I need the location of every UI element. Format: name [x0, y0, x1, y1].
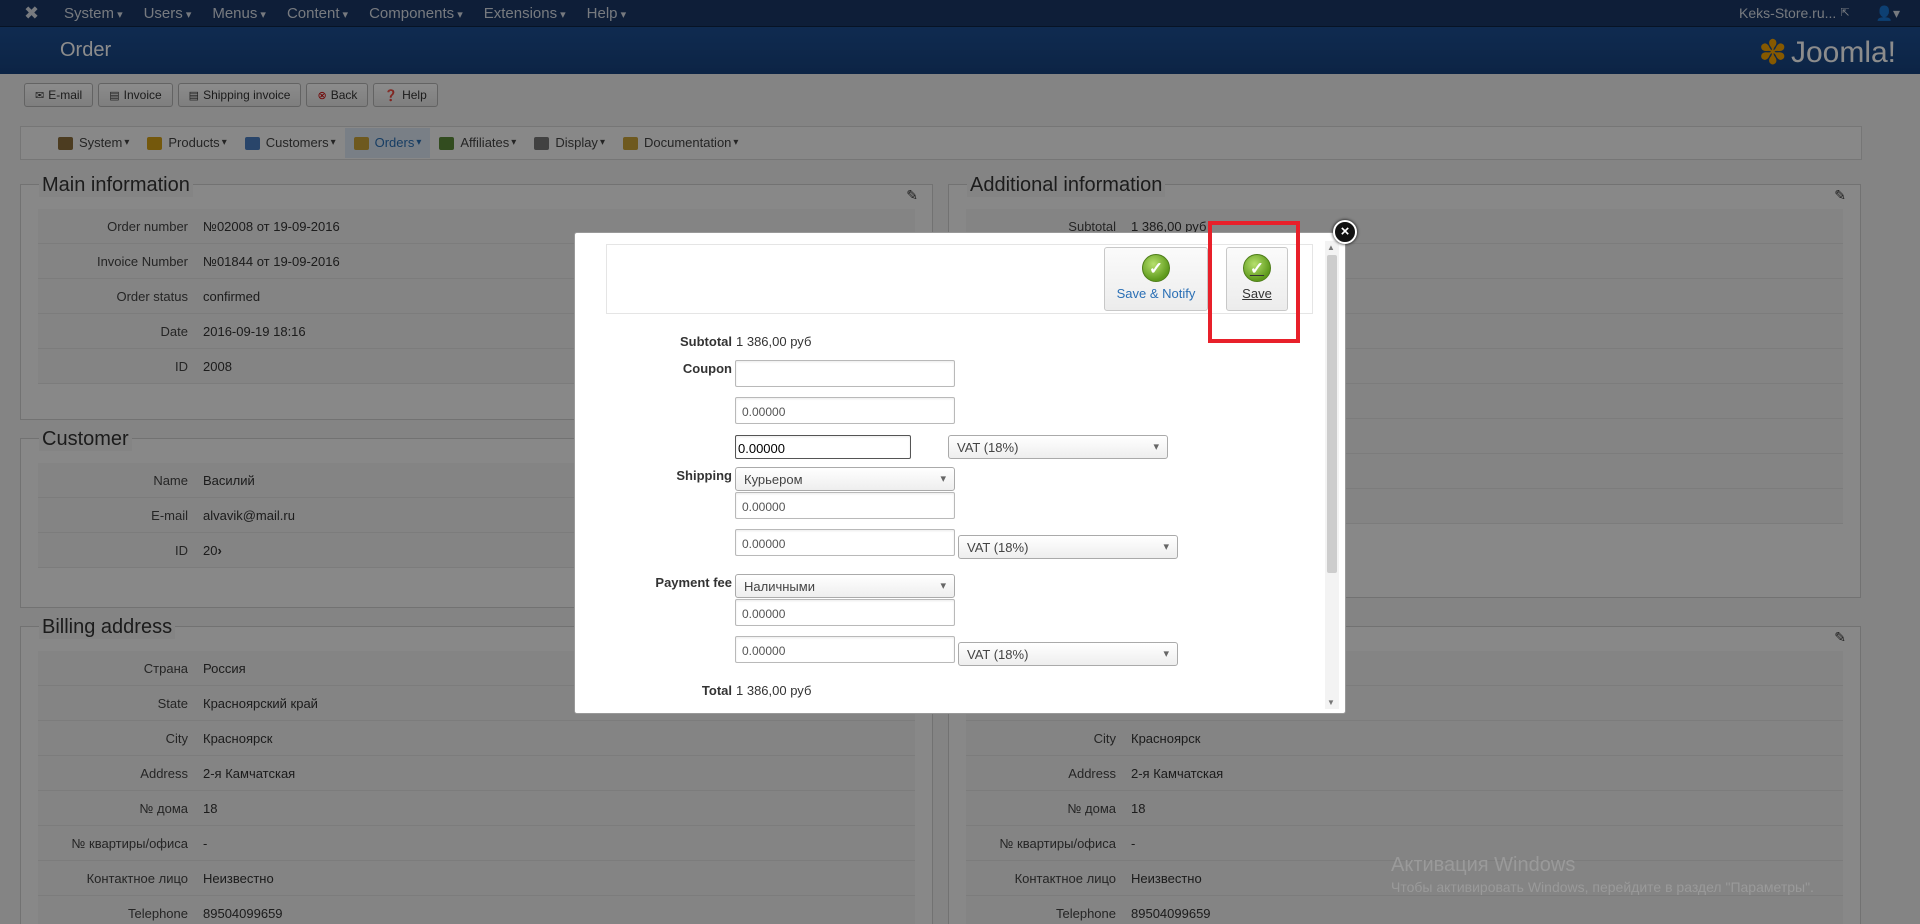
coupon-label: Coupon [682, 361, 732, 376]
coupon-amount-input[interactable]: 0.00000 [735, 397, 955, 424]
scrollbar-thumb[interactable] [1327, 255, 1337, 573]
total-value: 1 386,00 руб [736, 683, 812, 698]
save-notify-label: Save & Notify [1116, 286, 1196, 301]
subtotal-label: Subtotal [680, 334, 732, 349]
highlight-box [1208, 221, 1300, 343]
total-label: Total [701, 683, 732, 698]
shipping-tax-select[interactable]: VAT (18%) [958, 535, 1178, 559]
payment-tax-amount-input[interactable]: 0.00000 [735, 636, 955, 663]
subtotal-value: 1 386,00 руб [736, 334, 812, 349]
payment-method-select[interactable]: Наличными [735, 574, 955, 598]
payment-tax-select[interactable]: VAT (18%) [958, 642, 1178, 666]
shipping-label: Shipping [676, 468, 732, 483]
close-icon[interactable]: × [1333, 220, 1357, 244]
scroll-up-icon[interactable]: ▲ [1327, 243, 1335, 252]
shipping-amount-input[interactable]: 0.00000 [735, 492, 955, 519]
shipping-tax-amount-input[interactable]: 0.00000 [735, 529, 955, 556]
watermark-title: Активация Windows [1391, 854, 1576, 876]
scroll-down-icon[interactable]: ▼ [1327, 698, 1335, 707]
coupon-input[interactable] [735, 360, 955, 387]
shipping-method-select[interactable]: Курьером [735, 467, 955, 491]
modal-toolbar: ✓ Save & Notify ✓ Save [606, 244, 1313, 314]
watermark-text: Чтобы активировать Windows, перейдите в … [1391, 879, 1814, 895]
check-icon: ✓ [1142, 254, 1170, 282]
coupon-tax-select[interactable]: VAT (18%) [948, 435, 1168, 459]
modal-scrollbar[interactable]: ▲ ▼ [1325, 241, 1339, 709]
windows-activation-watermark: Активация Windows Чтобы активировать Win… [1391, 854, 1814, 895]
payment-fee-label: Payment fee [655, 575, 732, 590]
coupon-tax-amount-input[interactable]: 0.00000 [735, 435, 911, 459]
save-notify-button[interactable]: ✓ Save & Notify [1104, 247, 1208, 311]
payment-amount-input[interactable]: 0.00000 [735, 599, 955, 626]
